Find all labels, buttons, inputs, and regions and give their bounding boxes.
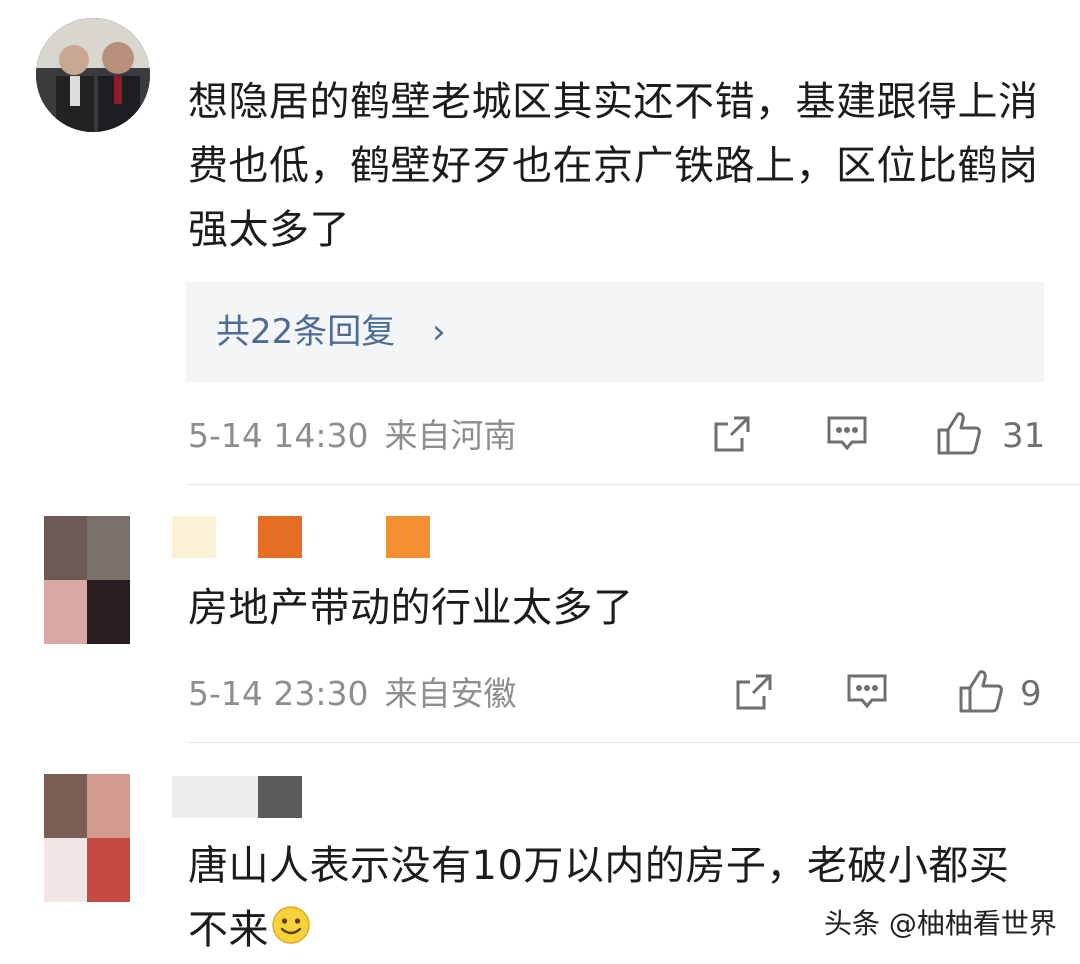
location: 来自安徽 bbox=[384, 674, 517, 713]
avatar[interactable] bbox=[36, 18, 150, 132]
comment-text: 房地产带动的行业太多了 bbox=[188, 585, 634, 631]
share-icon[interactable] bbox=[734, 672, 774, 716]
username-mosaic bbox=[258, 516, 302, 558]
divider bbox=[186, 742, 1080, 743]
avatar[interactable] bbox=[44, 516, 130, 644]
username-mosaic bbox=[386, 516, 430, 558]
comment-icon[interactable] bbox=[846, 672, 888, 716]
username-mosaic bbox=[258, 776, 302, 818]
avatar-mosaic bbox=[44, 774, 130, 902]
timestamp: 5-14 23:30 bbox=[188, 674, 369, 713]
thumbs-up-icon[interactable] bbox=[958, 668, 1004, 718]
thumbs-up-icon[interactable] bbox=[936, 410, 982, 460]
comment-meta: 5-14 14:30 来自河南 bbox=[188, 416, 517, 456]
like-count: 9 bbox=[1020, 674, 1042, 714]
like-count: 31 bbox=[1002, 416, 1046, 456]
comment-icon[interactable] bbox=[826, 414, 868, 458]
smiley-emoji-icon bbox=[271, 900, 311, 964]
avatar-mosaic bbox=[44, 516, 130, 644]
share-icon[interactable] bbox=[712, 414, 752, 458]
reply-count-link[interactable]: 共22条回复 bbox=[216, 312, 395, 352]
chevron-right-icon: › bbox=[432, 312, 446, 352]
comment-meta: 5-14 23:30 来自安徽 bbox=[188, 674, 517, 714]
divider bbox=[186, 484, 1080, 485]
username-mosaic[interactable] bbox=[172, 776, 258, 818]
avatar-photo bbox=[36, 18, 150, 132]
avatar[interactable] bbox=[44, 774, 130, 902]
reply-summary-button[interactable]: 共22条回复 › bbox=[186, 282, 1044, 382]
comment-text: 想隐居的鹤壁老城区其实还不错，基建跟得上消费也低，鹤壁好歹也在京广铁路上，区位比… bbox=[188, 79, 1039, 253]
location: 来自河南 bbox=[384, 416, 517, 455]
username-mosaic[interactable] bbox=[172, 516, 216, 558]
watermark: 头条 @柚柚看世界 bbox=[824, 907, 1057, 940]
comment-text: 唐山人表示没有10万以内的房子，老破小都买不来 bbox=[188, 834, 1044, 964]
timestamp: 5-14 14:30 bbox=[188, 416, 369, 455]
